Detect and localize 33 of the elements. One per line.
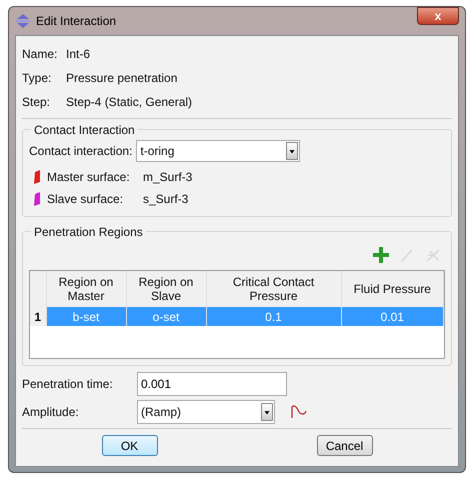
penetration-time-field[interactable]: 0.001	[137, 372, 287, 396]
table-cell: o-set	[126, 307, 206, 326]
column-header[interactable]: Critical Contact Pressure	[206, 271, 341, 307]
field-label: Amplitude:	[22, 404, 80, 421]
window-title: Edit Interaction	[36, 13, 116, 30]
field-label: Penetration time:	[22, 376, 114, 393]
surface-label: Slave surface:	[47, 191, 124, 208]
cancel-button[interactable]: Cancel	[316, 435, 372, 456]
table-cell: 0.1	[206, 307, 341, 326]
move-arrows-icon	[15, 13, 31, 29]
column-header[interactable]: Fluid Pressure	[341, 271, 444, 307]
column-header[interactable]: Region on Master	[46, 271, 126, 307]
ok-button[interactable]: OK	[102, 435, 158, 456]
surface-label: Master surface:	[47, 169, 131, 186]
table-cell: 0.01	[341, 307, 444, 326]
table-row[interactable]: 1 b-set o-set 0.1 0.01	[30, 307, 444, 326]
info-label: Step:	[22, 94, 52, 111]
field-label: Contact interaction:	[29, 143, 132, 160]
info-label: Name:	[22, 46, 58, 63]
table-cell: b-set	[46, 307, 126, 326]
row-number: 1	[30, 307, 46, 326]
info-value: Step-4 (Static, General)	[66, 94, 192, 111]
surface-value: m_Surf-3	[143, 169, 192, 186]
column-header[interactable]: Region on Slave	[126, 271, 206, 307]
amplitude-dropdown[interactable]: (Ramp)	[137, 400, 275, 424]
surface-value: s_Surf-3	[143, 191, 188, 208]
info-value: Pressure penetration	[66, 70, 178, 87]
add-icon[interactable]	[373, 247, 389, 263]
info-value: Int-6	[66, 46, 90, 63]
amplitude-curve-icon[interactable]	[291, 405, 307, 419]
close-button[interactable]: x	[417, 7, 459, 25]
info-label: Type:	[22, 70, 52, 87]
contact-interaction-dropdown[interactable]: t-oring	[136, 140, 300, 162]
